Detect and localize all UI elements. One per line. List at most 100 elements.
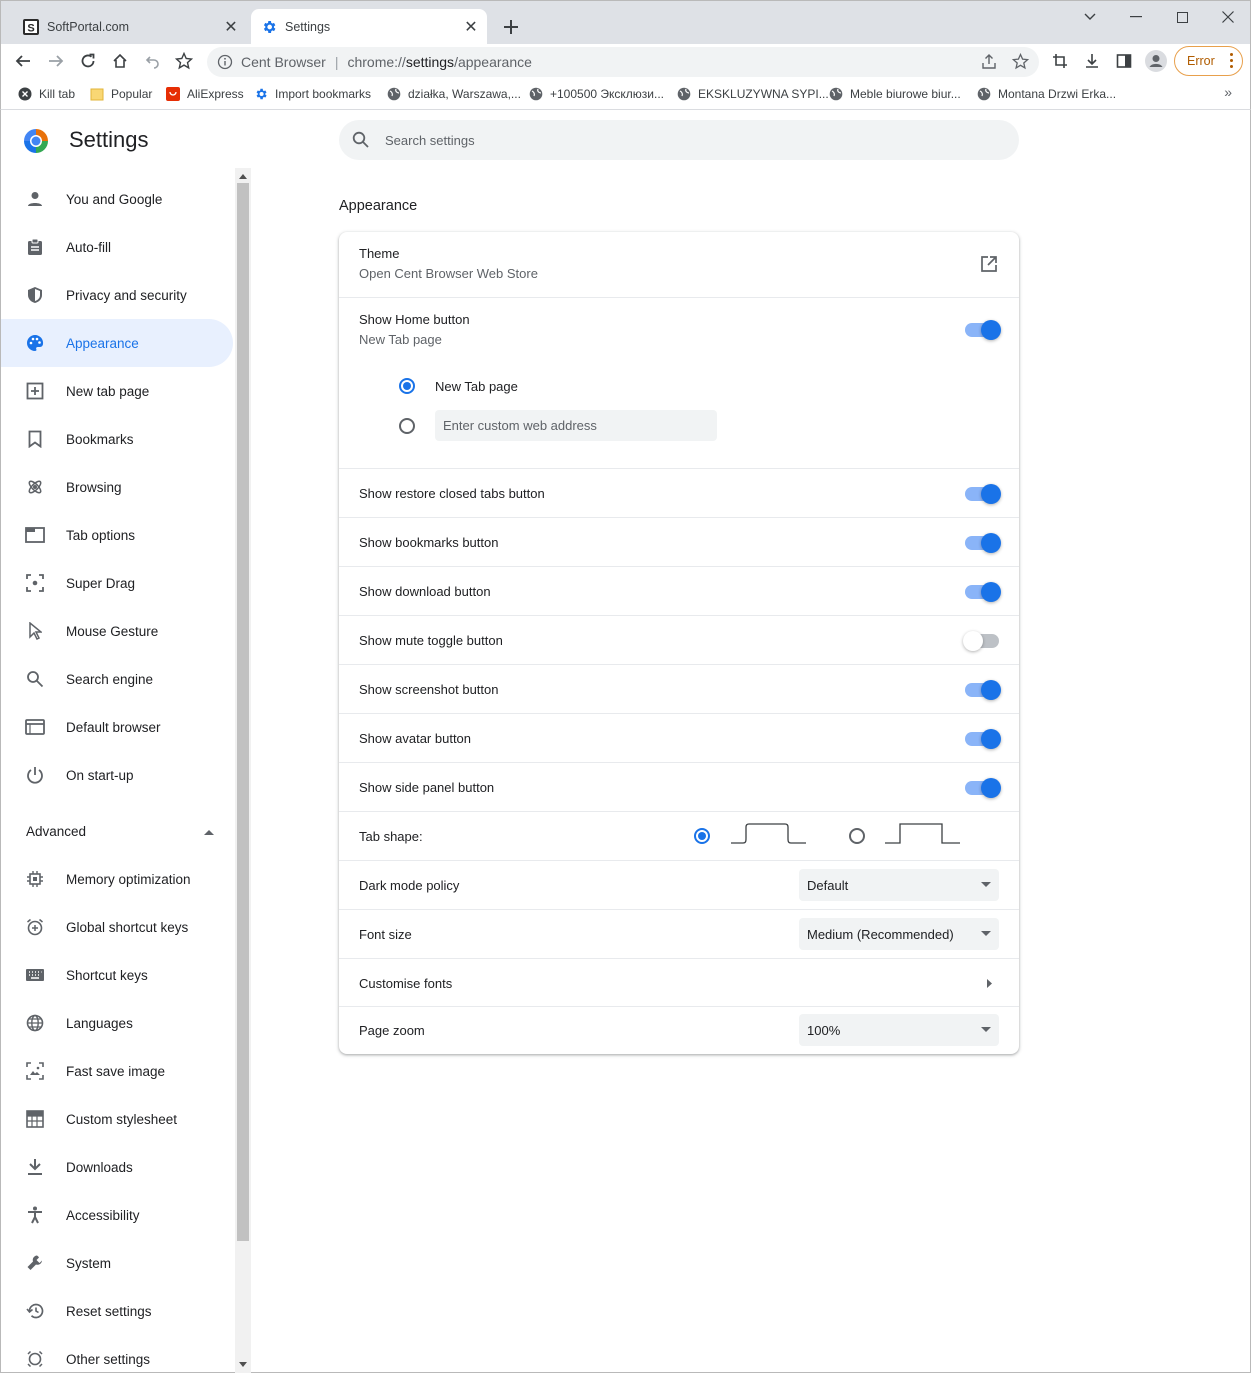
sidebar-item-default-browser[interactable]: Default browser [1, 703, 233, 751]
sidebar-scrollbar-thumb[interactable] [237, 183, 249, 1241]
sidebar-item-super-drag[interactable]: Super Drag [1, 559, 233, 607]
sidebar-item-appearance[interactable]: Appearance [1, 319, 233, 367]
tab-search-chevron-icon[interactable] [1072, 5, 1108, 29]
sidebar-item-browsing[interactable]: Browsing [1, 463, 233, 511]
avatar-button-toggle[interactable] [965, 729, 1001, 749]
maximize-icon[interactable] [1164, 5, 1200, 29]
download-icon[interactable] [1080, 49, 1104, 73]
sidebar-item-languages[interactable]: Languages [1, 999, 233, 1047]
side-panel-icon[interactable] [1112, 49, 1136, 73]
tab-shape-square-radio[interactable] [849, 828, 865, 844]
tab-settings[interactable]: Settings ✕ [251, 9, 487, 45]
error-menu-button[interactable]: Error [1174, 46, 1243, 76]
sidebar-item-new-tab-page[interactable]: New tab page [1, 367, 233, 415]
home-new-tab-radio[interactable] [399, 378, 415, 394]
search-settings-input[interactable]: Search settings [339, 120, 1019, 160]
sidebar-item-label: Privacy and security [66, 287, 187, 303]
sidebar-item-other-settings[interactable]: Other settings [1, 1335, 233, 1373]
bookmark-label: Kill tab [39, 87, 76, 101]
dark-mode-select[interactable]: Default [799, 869, 999, 901]
download-button-toggle[interactable] [965, 582, 1001, 602]
advanced-toggle-label[interactable]: Advanced [26, 824, 86, 839]
sidebar-item-mouse-gesture[interactable]: Mouse Gesture [1, 607, 233, 655]
bookmark-item[interactable]: Meble biurowe biur... [828, 85, 961, 103]
sidebar-item-label: System [66, 1255, 112, 1271]
bookmark-item[interactable]: działka, Warszawa,... [386, 85, 521, 103]
close-tab-icon[interactable]: ✕ [461, 17, 481, 37]
sidebar-item-privacy-and-security[interactable]: Privacy and security [1, 271, 233, 319]
new-tab-plus-icon[interactable] [499, 15, 523, 39]
collapse-arrow-icon[interactable] [204, 829, 214, 835]
tab-shape-rounded-radio[interactable] [694, 828, 710, 844]
sidebar-item-auto-fill[interactable]: Auto-fill [1, 223, 233, 271]
sidebar-item-system[interactable]: System [1, 1239, 233, 1287]
sidebar-item-accessibility[interactable]: Accessibility [1, 1191, 233, 1239]
sidebar-item-custom-stylesheet[interactable]: Custom stylesheet [1, 1095, 233, 1143]
bookmark-item[interactable]: +100500 Эксклюзи... [528, 85, 664, 103]
sidebar-item-fast-save-image[interactable]: Fast save image [1, 1047, 233, 1095]
bookmark-item[interactable]: AliExpress [165, 85, 244, 103]
tab-softportal[interactable]: S SoftPortal.com ✕ [13, 9, 247, 45]
url-path: /appearance [454, 54, 532, 70]
bookmark-star-icon[interactable] [172, 49, 196, 73]
open-in-new-icon[interactable] [980, 255, 998, 273]
home-button-sublabel: New Tab page [359, 332, 442, 347]
clipboard-icon [25, 237, 45, 257]
sidebar-item-label: Accessibility [66, 1207, 140, 1223]
site-info-icon[interactable] [217, 54, 233, 70]
close-window-icon[interactable] [1210, 5, 1246, 29]
reload-icon[interactable] [76, 49, 100, 73]
sidebar-item-global-shortcut-keys[interactable]: Global shortcut keys [1, 903, 233, 951]
page-title: Settings [69, 127, 149, 152]
share-icon[interactable] [981, 54, 997, 70]
back-arrow-icon[interactable] [11, 49, 35, 73]
undo-close-tab-icon[interactable] [140, 49, 164, 73]
home-icon[interactable] [108, 49, 132, 73]
mute-toggle-button-toggle[interactable] [963, 631, 999, 651]
search-placeholder: Search settings [385, 132, 475, 148]
sidebar-item-tab-options[interactable]: Tab options [1, 511, 233, 559]
sidebar-item-on-start-up[interactable]: On start-up [1, 751, 233, 799]
bookmark-item[interactable]: Montana Drzwi Erka... [976, 85, 1116, 103]
sidebar-item-you-and-google[interactable]: You and Google [1, 175, 233, 223]
minimize-icon[interactable] [1118, 5, 1154, 29]
bookmark-item[interactable]: Import bookmarks [253, 85, 371, 103]
bookmarks-button-toggle[interactable] [965, 533, 1001, 553]
custom-web-address-input[interactable]: Enter custom web address [435, 410, 717, 441]
sidebar-item-search-engine[interactable]: Search engine [1, 655, 233, 703]
bookmark-item[interactable]: Kill tab [17, 85, 75, 103]
screenshot-crop-icon[interactable] [1048, 49, 1072, 73]
screenshot-button-toggle[interactable] [965, 680, 1001, 700]
theme-row[interactable]: Theme Open Cent Browser Web Store [339, 232, 1019, 297]
bookmark-icon [25, 429, 45, 449]
customise-fonts-row[interactable]: Customise fonts [339, 958, 1019, 1006]
bookmark-item[interactable]: EKSKLUZYWNA SYPI... [676, 85, 829, 103]
avatar-icon[interactable] [1144, 49, 1168, 73]
home-button-toggle[interactable] [965, 320, 1001, 340]
home-custom-radio[interactable] [399, 418, 415, 434]
font-size-select[interactable]: Medium (Recommended) [799, 918, 999, 950]
bookmark-page-star-icon[interactable] [1012, 53, 1029, 70]
sidebar-item-shortcut-keys[interactable]: Shortcut keys [1, 951, 233, 999]
tab-title: SoftPortal.com [47, 20, 129, 34]
scroll-down-arrow-icon[interactable] [239, 1362, 247, 1367]
bookmark-folder[interactable]: Popular [89, 85, 152, 103]
sidebar-item-bookmarks[interactable]: Bookmarks [1, 415, 233, 463]
bookmarks-overflow-icon[interactable]: » [1224, 84, 1232, 100]
forward-arrow-icon[interactable] [44, 49, 68, 73]
page-zoom-select[interactable]: 100% [799, 1014, 999, 1046]
download-icon [25, 1157, 45, 1177]
toggle-row: Show bookmarks button [339, 517, 1019, 566]
side-panel-button-toggle[interactable] [965, 778, 1001, 798]
dropdown-arrow-icon [981, 882, 991, 887]
sidebar-item-reset-settings[interactable]: Reset settings [1, 1287, 233, 1335]
sidebar-item-memory-optimization[interactable]: Memory optimization [1, 855, 233, 903]
restore-closed-tabs-toggle[interactable] [965, 484, 1001, 504]
address-bar[interactable]: Cent Browser | chrome://settings/appeara… [207, 47, 1039, 77]
scroll-up-arrow-icon[interactable] [239, 174, 247, 179]
softportal-favicon-icon: S [23, 19, 39, 35]
new-tab-icon [25, 381, 45, 401]
bookmark-label: działka, Warszawa,... [408, 87, 521, 101]
sidebar-item-downloads[interactable]: Downloads [1, 1143, 233, 1191]
close-tab-icon[interactable]: ✕ [221, 17, 241, 37]
